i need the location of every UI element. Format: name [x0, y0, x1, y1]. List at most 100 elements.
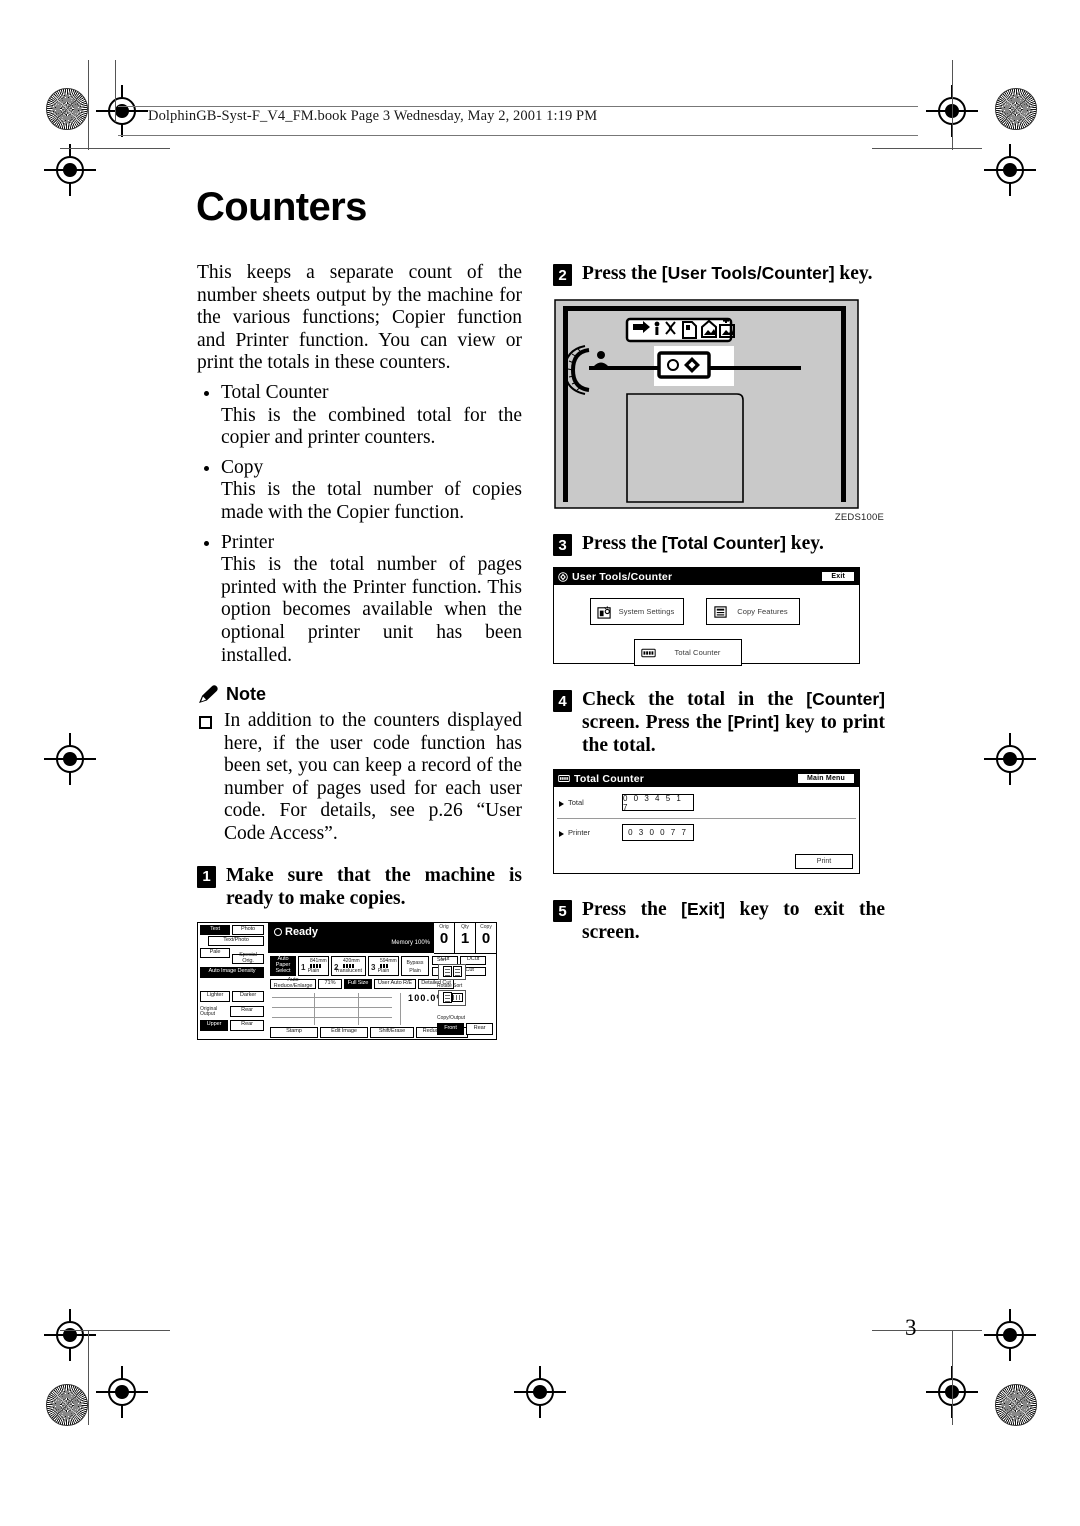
trim-line — [872, 1330, 982, 1331]
step-5: 5 Press the [Exit] key to exit the scree… — [553, 898, 885, 944]
total-counter-screen: Total Counter Main Menu Total 0 0 3 4 5 … — [553, 769, 860, 874]
copier-button-text-photo[interactable]: Text/Photo — [208, 935, 264, 946]
copy-features-button[interactable]: Copy Features — [706, 598, 800, 625]
registration-rosette-top-left — [46, 88, 88, 130]
copier-button-full-size[interactable]: Full Size — [344, 978, 372, 989]
copier-orig-output-row-2[interactable]: Rear — [230, 1019, 264, 1031]
page-icon — [442, 966, 452, 978]
copier-button-pale[interactable]: Pale — [200, 947, 230, 958]
registration-rosette-bottom-right — [995, 1384, 1037, 1426]
pencil-icon — [199, 684, 218, 703]
table-row: Total 0 0 3 4 5 1 7 — [554, 793, 859, 817]
divider — [272, 996, 392, 998]
step-number: 1 — [197, 865, 216, 888]
divider — [358, 992, 359, 1025]
trim-line — [872, 148, 982, 149]
step-key-name: [Print] — [727, 712, 780, 732]
copier-button-photo[interactable]: Photo — [232, 924, 264, 935]
copier-button-edit-image[interactable]: Edit Image — [320, 1026, 368, 1038]
exit-button[interactable]: Exit — [821, 570, 855, 583]
page-number: 3 — [905, 1315, 917, 1340]
step-key-name: [User Tools/Counter] — [661, 263, 835, 283]
copy-features-icon — [714, 605, 727, 618]
copier-sort-caption: Sort — [437, 956, 447, 963]
system-settings-button[interactable]: System Settings — [590, 598, 684, 625]
bullet-term: Printer — [221, 531, 275, 553]
list-item: Copy This is the total number of copies … — [197, 457, 522, 525]
step-4: 4 Check the total in the [Counter] scree… — [553, 688, 885, 757]
step-key-name: [Exit] — [681, 899, 725, 919]
copier-button-text[interactable]: Text — [200, 924, 230, 935]
counter-value: 0 — [481, 929, 491, 947]
step-text: Press the [Total Counter] key. — [582, 532, 885, 555]
bullet-description: This is the combined total for the copie… — [221, 404, 522, 449]
copier-button-ratio-71[interactable]: 71% — [318, 978, 342, 989]
counter-caption: Copy — [480, 923, 492, 930]
copier-memory-label: Memory 100% — [391, 939, 430, 946]
step-text: Press the [Exit] key to exit the screen. — [582, 898, 885, 944]
tray-kind: Translucent — [335, 967, 362, 974]
user-tools-icon — [558, 571, 568, 582]
control-panel-illustration-wrap: ZEDS100E — [553, 298, 885, 523]
note-checkbox-icon — [199, 716, 212, 730]
bypass-kind: Plain — [409, 967, 421, 974]
system-settings-label: System Settings — [618, 607, 675, 616]
step-2: 2 Press the [User Tools/Counter] key. — [553, 262, 885, 286]
row-arrow-icon — [559, 801, 564, 807]
step-text-part: key. — [785, 533, 824, 554]
copier-button-special-orig[interactable]: Special Orig. — [232, 952, 264, 964]
step-number: 4 — [553, 690, 572, 712]
note-label: Note — [226, 684, 266, 705]
illustration-code: ZEDS100E — [834, 512, 884, 523]
copier-tray-1[interactable]: 1 841mm Plain — [298, 955, 329, 976]
copier-button-stamp[interactable]: Stamp — [270, 1026, 318, 1038]
total-counter-button[interactable]: Total Counter — [634, 639, 742, 666]
total-counter-icon — [641, 648, 656, 657]
step-text: Make sure that the machine is ready to m… — [226, 864, 522, 910]
total-counter-body: Total 0 0 3 4 5 1 7 Printer 0 3 0 0 7 7 … — [554, 787, 859, 873]
divider — [314, 992, 315, 1025]
registration-crosshair-right-middle — [984, 733, 1036, 785]
counter-value: 0 — [439, 929, 449, 947]
copier-button-upper[interactable]: Upper — [200, 1019, 228, 1031]
intro-paragraph: This keeps a separate count of the numbe… — [197, 262, 522, 374]
bullet-term: Total Counter — [221, 381, 329, 403]
copier-button-auto-paper-select[interactable]: Auto Paper Select — [270, 955, 296, 976]
header-rule-top — [118, 106, 918, 107]
copier-counter-group: Orig 0 Qty 1 Copy 0 — [434, 922, 496, 954]
copier-original-output-caption: Original Output — [200, 1005, 218, 1017]
copier-button-auto-image-density[interactable]: Auto Image Density — [200, 966, 264, 978]
copier-button-auto-reduce-enlarge[interactable]: Auto Reduce/Enlarge — [270, 977, 316, 989]
copier-tray-bypass[interactable]: Bypass Plain — [401, 955, 429, 976]
copier-button-darker[interactable]: Darker — [232, 990, 264, 1002]
page-title: Counters — [196, 185, 367, 229]
user-tools-body: System Settings Copy Features Total Coun… — [554, 585, 859, 666]
print-button[interactable]: Print — [795, 854, 853, 869]
step-text-part: Press the — [582, 533, 662, 554]
registration-crosshair-bottom-left — [96, 1366, 148, 1418]
copier-button-lighter[interactable]: Lighter — [200, 990, 230, 1002]
copier-center-panel: Ready Memory 100% Auto Paper Select 1 841… — [268, 922, 486, 1039]
copier-rotate-sort-button[interactable] — [438, 989, 466, 1006]
copier-button-front[interactable]: Front — [437, 1022, 464, 1035]
copier-tray-2[interactable]: 2 420mm Translucent — [331, 955, 366, 976]
copier-button-user-auto-re[interactable]: User Auto R/E — [374, 978, 416, 989]
step-text-part: Press the — [582, 899, 682, 920]
counter-qty: Qty 1 — [454, 922, 475, 953]
copier-left-panel: Text Photo Text/Photo Pale Special Orig.… — [198, 923, 268, 1039]
copier-orig-output-row-1[interactable]: Rear — [230, 1005, 264, 1017]
main-menu-button[interactable]: Main Menu — [797, 772, 855, 785]
step-key-name: [Counter] — [806, 689, 885, 709]
copier-button-shift-erase[interactable]: Shift/Erase — [370, 1026, 414, 1038]
page-icon — [442, 992, 452, 1004]
copier-button-rear[interactable]: Rear — [466, 1022, 493, 1035]
trim-line — [60, 1330, 170, 1331]
divider — [557, 818, 856, 819]
copier-sort-button[interactable] — [438, 963, 466, 980]
trim-line — [60, 148, 170, 149]
total-counter-title-bar: Total Counter Main Menu — [554, 770, 859, 787]
copier-tray-3[interactable]: 3 594mm Plain — [368, 955, 399, 976]
user-tools-title: User Tools/Counter — [572, 570, 673, 583]
bullet-dot — [204, 465, 209, 471]
file-header-text: DolphinGB-Syst-F_V4_FM.book Page 3 Wedne… — [148, 108, 598, 124]
